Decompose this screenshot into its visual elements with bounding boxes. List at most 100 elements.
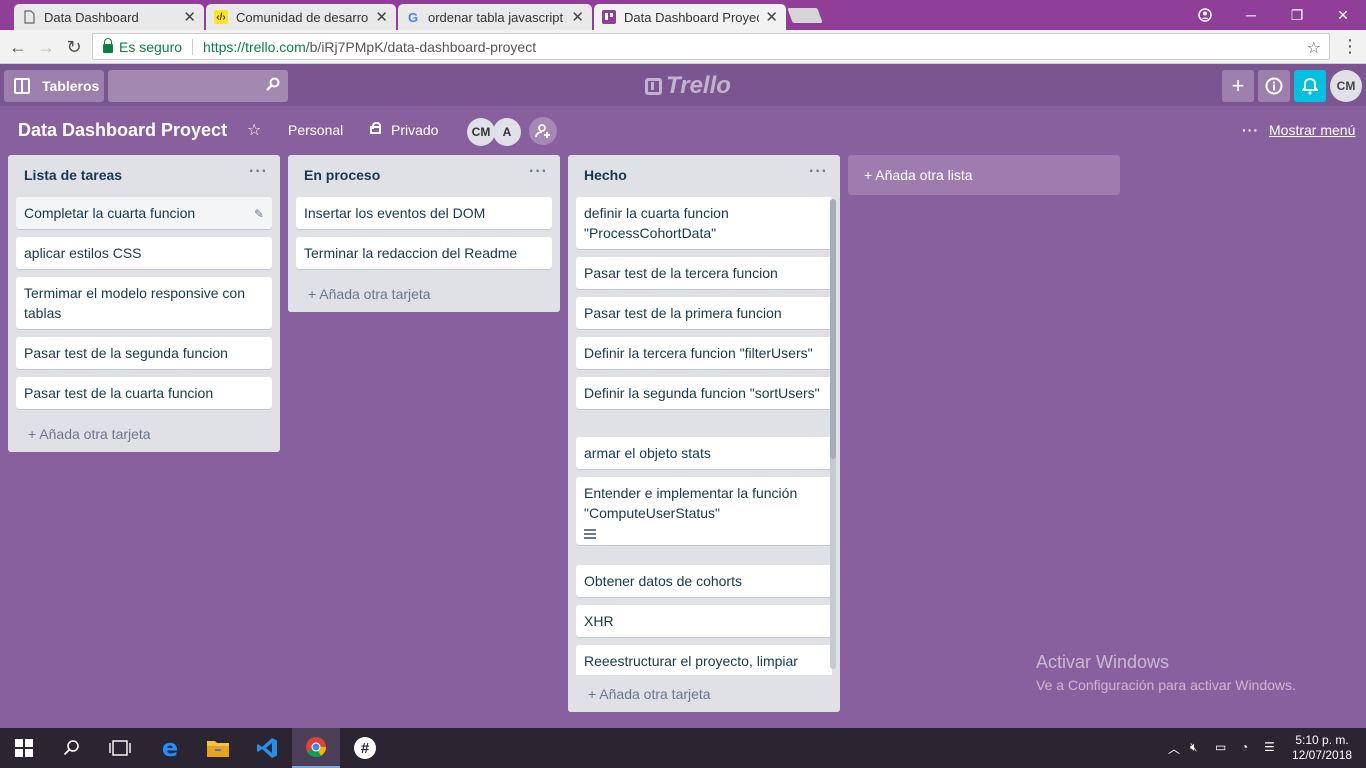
start-button[interactable] (0, 728, 48, 768)
description-icon (584, 529, 596, 539)
close-icon[interactable]: ✕ (571, 8, 584, 26)
card[interactable]: Terminar la redaccion del Readme (296, 237, 552, 269)
card[interactable]: Pasar test de la primera funcion (576, 297, 832, 329)
add-card-button[interactable]: + Añada otra tarjeta (28, 426, 151, 442)
reload-button[interactable]: ↻ (62, 35, 86, 59)
vscode-app[interactable] (243, 728, 291, 768)
card-scroll-area[interactable]: definir la cuarta funcion "ProcessCohort… (568, 197, 840, 675)
member-avatar[interactable]: CM (467, 118, 495, 146)
card[interactable]: Termimar el modelo responsive con tablas (16, 277, 272, 329)
list: Hecho ··· definir la cuarta funcion "Pro… (568, 155, 840, 712)
card[interactable]: armar el objeto stats (576, 437, 832, 469)
plus-icon: + (1231, 73, 1245, 98)
info-icon (1265, 77, 1283, 95)
card-title: Completar la cuarta funcion (24, 205, 196, 221)
scrollbar-thumb[interactable] (830, 199, 836, 459)
list-title[interactable]: Hecho (584, 167, 627, 183)
url-path: /b/iRj7PMpK/data-dashboard-proyect (305, 38, 537, 55)
show-menu-label: Mostrar menú (1269, 122, 1356, 138)
card[interactable]: Pasar test de la cuarta funcion (16, 377, 272, 409)
board-team[interactable]: Personal (288, 122, 343, 138)
task-view-button[interactable] (96, 728, 144, 768)
list-title[interactable]: En proceso (304, 167, 380, 183)
slack-icon: # (354, 737, 376, 759)
board-visibility[interactable]: Privado (370, 122, 438, 138)
invite-button[interactable] (529, 117, 557, 145)
task-view-icon (109, 740, 131, 756)
card-title: Obtener datos de cohorts (584, 573, 742, 589)
bookmark-star-icon[interactable]: ☆ (1307, 38, 1321, 58)
add-card-button[interactable]: + Añada otra tarjeta (308, 286, 431, 302)
clock-time: 5:10 p. m. (1295, 733, 1349, 747)
list-menu-icon[interactable]: ··· (249, 163, 268, 181)
back-button[interactable]: ← (6, 35, 30, 59)
create-button[interactable]: + (1222, 70, 1254, 102)
card[interactable]: Pasar test de la tercera funcion (576, 257, 832, 289)
card[interactable]: Entender e implementar la función "Compu… (576, 477, 832, 545)
notifications-button[interactable] (1294, 70, 1326, 102)
taskbar-clock[interactable]: 5:10 p. m. 12/07/2018 (1292, 733, 1352, 763)
battery-icon[interactable]: ▭ (1215, 740, 1226, 754)
add-card-button[interactable]: + Añada otra tarjeta (588, 686, 711, 702)
card[interactable]: aplicar estilos CSS (16, 237, 272, 269)
notifications-center-icon[interactable]: ☰ (1264, 740, 1275, 754)
card[interactable]: XHR (576, 605, 832, 637)
scrollbar[interactable] (830, 199, 836, 669)
folder-icon (207, 741, 229, 757)
volume-muted-icon[interactable]: 🔇︎ (1190, 740, 1198, 755)
close-icon[interactable]: ✕ (183, 8, 196, 26)
address-bar[interactable]: Es seguro https://trello.com/b/iRj7PMpK/… (92, 33, 1330, 60)
add-list-button[interactable]: + Añada otra lista (848, 155, 1120, 195)
taskbar: e # (0, 728, 1366, 768)
card-title: Terminar la redaccion del Readme (304, 245, 518, 261)
member-avatar[interactable]: A (493, 118, 521, 146)
card[interactable]: Definir la segunda funcion "sortUsers" (576, 377, 832, 409)
list-menu-icon[interactable]: ··· (529, 163, 548, 181)
card[interactable]: Obtener datos de cohorts (576, 565, 832, 597)
browser-tab-active[interactable]: Data Dashboard Proyect ✕ (594, 4, 786, 30)
browser-tab[interactable]: G ordenar tabla javascript - ✕ (398, 4, 592, 30)
board-title[interactable]: Data Dashboard Proyect (18, 120, 227, 141)
browser-tab[interactable]: ‹/› Comunidad de desarrolla ✕ (206, 4, 396, 30)
profile-icon[interactable] (1182, 0, 1228, 30)
wifi-icon[interactable]: ◔ (1241, 740, 1248, 754)
restore-button[interactable]: ❐ (1274, 0, 1320, 30)
card[interactable]: definir la cuarta funcion "ProcessCohort… (576, 197, 832, 249)
list: En proceso ··· Insertar los eventos del … (288, 155, 560, 312)
card[interactable]: Completar la cuarta funcion ✎ (16, 197, 272, 229)
page-icon (22, 10, 36, 24)
edge-app[interactable]: e (146, 728, 194, 768)
pencil-icon[interactable]: ✎ (254, 204, 264, 224)
card[interactable]: Pasar test de la segunda funcion (16, 337, 272, 369)
minimize-button[interactable]: ─ (1228, 0, 1274, 30)
card-title: Reeestructurar el proyecto, limpiar (584, 653, 798, 669)
browser-toolbar: ← → ↻ Es seguro https://trello.com/b/iRj… (0, 30, 1366, 64)
card-title: Insertar los eventos del DOM (304, 205, 486, 221)
card[interactable]: Reeestructurar el proyecto, limpiar (576, 645, 832, 675)
list-menu-icon[interactable]: ··· (809, 163, 828, 181)
chrome-app[interactable] (292, 728, 340, 768)
avatar[interactable]: CM (1330, 70, 1362, 102)
card-title: definir la cuarta funcion "ProcessCohort… (584, 205, 729, 241)
close-window-button[interactable]: ✕ (1320, 0, 1366, 30)
slack-app[interactable]: # (341, 728, 389, 768)
laboratoria-icon: ‹/› (214, 10, 228, 24)
browser-menu-icon[interactable]: ⋮ (1341, 36, 1359, 57)
forward-button[interactable]: → (34, 35, 58, 59)
list-title[interactable]: Lista de tareas (24, 167, 122, 183)
show-menu-link[interactable]: ··· Mostrar menú (1242, 122, 1355, 138)
new-tab-button[interactable] (787, 8, 823, 23)
search-input[interactable] (108, 70, 288, 102)
close-icon[interactable]: ✕ (375, 8, 388, 26)
browser-tab[interactable]: Data Dashboard ✕ (14, 4, 204, 30)
search-button[interactable] (48, 728, 96, 768)
boards-button[interactable]: Tableros (4, 70, 104, 102)
card[interactable]: Insertar los eventos del DOM (296, 197, 552, 229)
close-icon[interactable]: ✕ (765, 8, 778, 26)
trello-logo[interactable]: Trello (645, 72, 731, 100)
card[interactable]: Definir la tercera funcion "filterUsers" (576, 337, 832, 369)
info-button[interactable] (1258, 70, 1290, 102)
file-explorer-app[interactable] (194, 728, 242, 768)
tray-chevron-icon[interactable]: ︿ (1168, 740, 1180, 757)
star-icon[interactable]: ☆ (247, 120, 261, 140)
